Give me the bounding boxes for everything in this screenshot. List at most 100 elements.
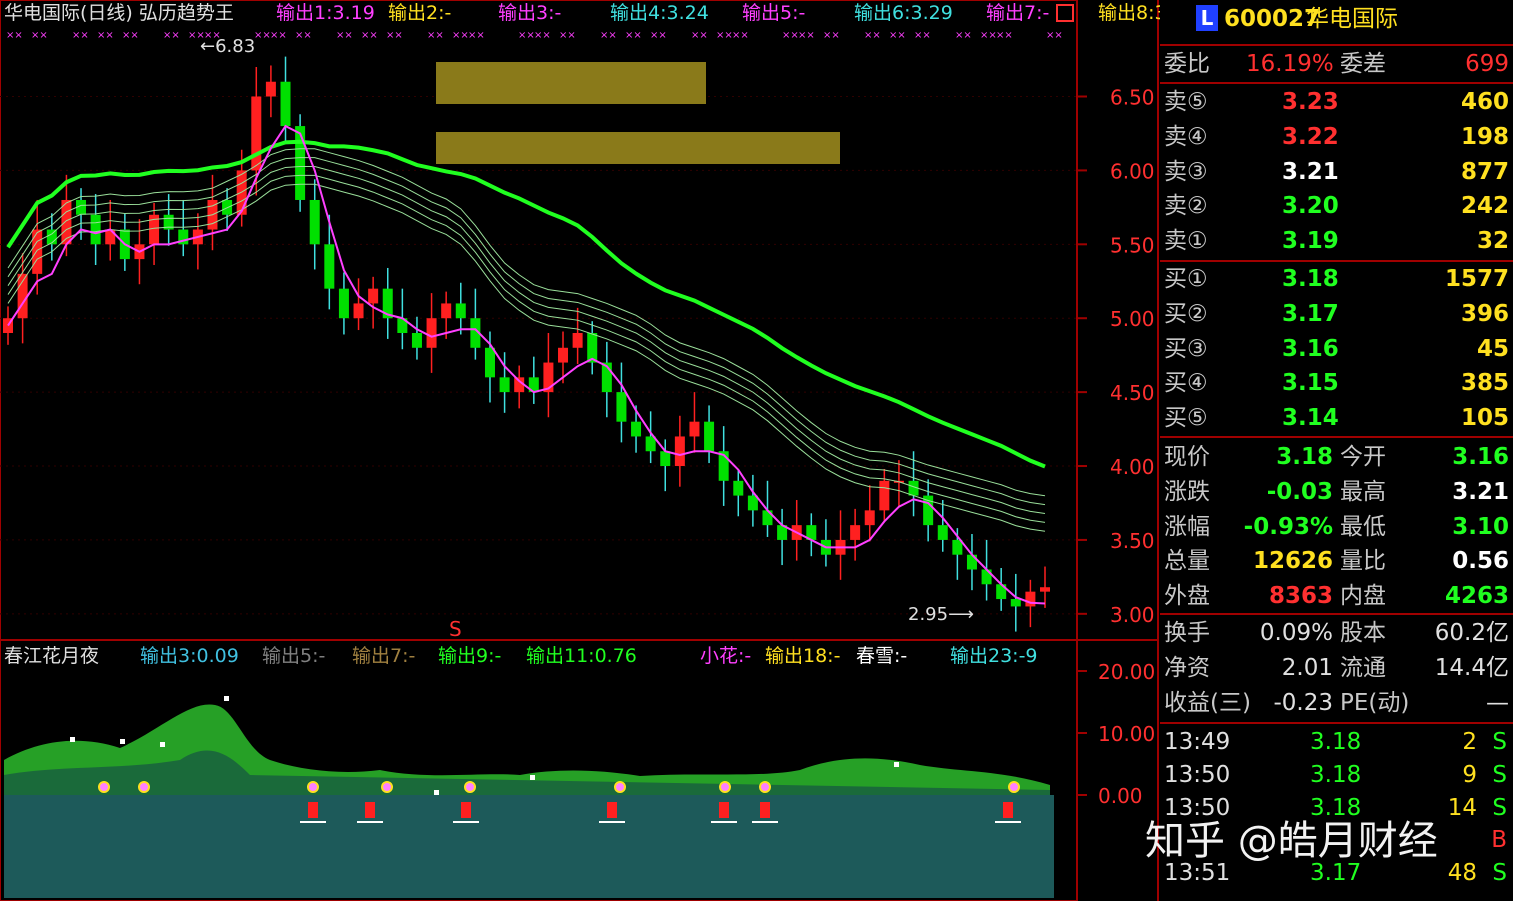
quote-stat-row: 总量 12626 量比 0.56 bbox=[1164, 548, 1509, 575]
snow-dot bbox=[434, 790, 439, 795]
candle-body bbox=[484, 347, 495, 378]
red-pillar bbox=[760, 802, 770, 818]
signal-marker: ×× bbox=[955, 30, 972, 41]
candle-body bbox=[660, 451, 671, 467]
snow-dot bbox=[530, 775, 535, 780]
flower-marker bbox=[1008, 781, 1020, 793]
quote-stat-row: 现价 3.18 今开 3.16 bbox=[1164, 444, 1509, 470]
indicator-tick-label: 20.00 bbox=[1098, 660, 1155, 684]
candle-body bbox=[631, 421, 642, 437]
red-pillar bbox=[719, 802, 729, 818]
watermark: 知乎 @皓月财经 bbox=[1145, 818, 1438, 864]
signal-marker: ×× bbox=[782, 30, 799, 41]
red-pillar bbox=[1003, 802, 1013, 818]
indicator-output-7: 输出18:- bbox=[765, 645, 841, 667]
blurred-annotation bbox=[436, 62, 706, 104]
signal-marker: ×× bbox=[914, 30, 931, 41]
header-output-7: 输出7:- bbox=[986, 2, 1050, 24]
chart-title: 华电国际(日线) 弘历趋势王 bbox=[4, 2, 234, 24]
signal-marker: ×× bbox=[534, 30, 551, 41]
tick-row: 13:50 3.18 9 S bbox=[1164, 761, 1507, 788]
red-pillar bbox=[308, 802, 318, 818]
candle-body bbox=[265, 81, 276, 97]
low-price-label: 2.95⟶ bbox=[908, 604, 974, 625]
snow-dot bbox=[224, 696, 229, 701]
signal-marker: ×× bbox=[650, 30, 667, 41]
signal-marker: ×× bbox=[691, 30, 708, 41]
fundamental-row: 收益(三) -0.23 PE(动) — bbox=[1164, 689, 1509, 716]
order-book-row: 卖① 3.19 32 bbox=[1164, 228, 1509, 255]
indicator-output-3: 输出7:- bbox=[352, 645, 416, 667]
flower-marker bbox=[98, 781, 110, 793]
kline-chart[interactable]: ×× ×× ×× ×× ×× ×× ×× ×× ×× ×× ×× ×× ×× ×× ×× ×× ×× ×× ×× ××… bbox=[0, 0, 1160, 901]
candle-body bbox=[90, 214, 101, 245]
price-tick-label: 3.00 bbox=[1110, 603, 1155, 627]
quote-panel: L 600027 华电国际 委比 16.19% 委差 699 卖⑤ 3.23 460… bbox=[1160, 0, 1513, 901]
indicator-output-8: 春雪:- bbox=[856, 645, 908, 667]
signal-marker: ×× bbox=[864, 30, 881, 41]
flower-marker bbox=[719, 781, 731, 793]
flower-marker bbox=[464, 781, 476, 793]
indicator-output-6: 小花:- bbox=[700, 645, 752, 667]
signal-marker: ×× bbox=[163, 30, 180, 41]
indicator-output-2: 输出5:- bbox=[262, 645, 326, 667]
signal-marker: ×× bbox=[996, 30, 1013, 41]
order-book-row: 买③ 3.16 45 bbox=[1164, 335, 1509, 362]
order-book-row: 买② 3.17 396 bbox=[1164, 300, 1509, 327]
header-output-1: 输出1:3.19 bbox=[276, 2, 375, 24]
candle-body bbox=[499, 377, 510, 393]
header-output-5: 输出5:- bbox=[742, 2, 806, 24]
signal-marker: ×× bbox=[732, 30, 749, 41]
snow-dot bbox=[120, 739, 125, 744]
price-tick-label: 4.00 bbox=[1110, 455, 1155, 479]
candle-body bbox=[879, 480, 890, 511]
candle-body bbox=[46, 229, 57, 245]
candle-body bbox=[295, 126, 306, 200]
signal-marker: ×× bbox=[798, 30, 815, 41]
candle-body bbox=[864, 510, 875, 526]
indicator-output-1: 输出3:0.09 bbox=[140, 645, 239, 667]
snow-dot bbox=[894, 762, 899, 767]
stock-header: L 600027 华电国际 bbox=[1160, 2, 1513, 36]
indicator-tick-label: 10.00 bbox=[1098, 722, 1155, 746]
signal-marker: ×× bbox=[31, 30, 48, 41]
fast-line bbox=[7, 124, 1046, 605]
stock-name: 华电国际 bbox=[1306, 6, 1398, 32]
candle-body bbox=[733, 480, 744, 496]
price-tick-label: 4.50 bbox=[1110, 381, 1155, 405]
red-pillar bbox=[461, 802, 471, 818]
header-output-2: 输出2:- bbox=[388, 2, 452, 24]
window-toggle-button[interactable] bbox=[1056, 4, 1074, 22]
candle-body bbox=[338, 288, 349, 319]
candle-body bbox=[426, 318, 437, 348]
candle-body bbox=[616, 392, 627, 422]
signal-marker: ×× bbox=[336, 30, 353, 41]
order-book-row: 买⑤ 3.14 105 bbox=[1164, 405, 1509, 432]
signal-marker: ×× bbox=[6, 30, 23, 41]
signal-marker: ×× bbox=[452, 30, 469, 41]
signal-marker: ×× bbox=[889, 30, 906, 41]
signal-marker: ×× bbox=[468, 30, 485, 41]
header-output-4: 输出4:3.24 bbox=[610, 2, 709, 24]
candle-body bbox=[704, 421, 715, 452]
flower-marker bbox=[381, 781, 393, 793]
signal-marker: ×× bbox=[386, 30, 403, 41]
price-tick-label: 3.50 bbox=[1110, 529, 1155, 553]
price-tick-label: 6.50 bbox=[1110, 86, 1155, 110]
quote-stat-row: 外盘 8363 内盘 4263 bbox=[1164, 583, 1509, 610]
quote-stat-row: 涨跌 -0.03 最高 3.21 bbox=[1164, 478, 1509, 505]
order-book-row: 买① 3.18 1577 bbox=[1164, 266, 1509, 292]
signal-marker: ×× bbox=[97, 30, 114, 41]
candle-body bbox=[411, 333, 422, 348]
candle-body bbox=[850, 525, 861, 540]
red-pillar bbox=[365, 802, 375, 818]
signal-marker: ×× bbox=[716, 30, 733, 41]
candle-body bbox=[1040, 587, 1050, 592]
candle-body bbox=[353, 303, 364, 319]
header-output-3: 输出3:- bbox=[498, 2, 562, 24]
candle-body bbox=[689, 421, 700, 437]
candle-body bbox=[558, 347, 569, 363]
signal-marker: ×× bbox=[361, 30, 378, 41]
candle-body bbox=[1025, 591, 1036, 607]
high-price-label: ←6.83 bbox=[200, 36, 255, 57]
